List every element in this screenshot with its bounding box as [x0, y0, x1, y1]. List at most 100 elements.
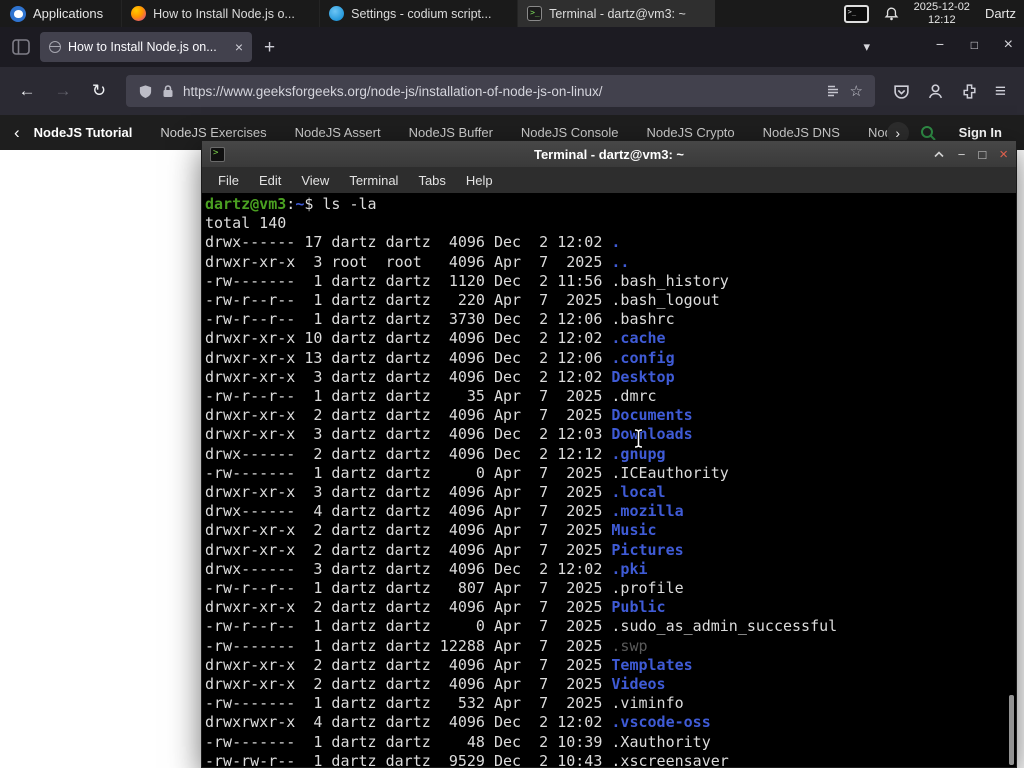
tab-close-icon[interactable]: ×: [235, 40, 243, 54]
terminal-output: dartz@vm3:~$ ls -la total 140 drwx------ 1…: [205, 195, 837, 767]
terminal-line: drwxr-xr-x 3 dartz dartz 4096 Apr 7 2025…: [205, 483, 837, 502]
search-icon[interactable]: [919, 124, 937, 142]
bookmark-star-icon[interactable]: ☆: [849, 82, 862, 100]
terminal-menu-edit[interactable]: Edit: [249, 173, 291, 188]
terminal-menu-view[interactable]: View: [291, 173, 339, 188]
terminal-line: drwxr-xr-x 2 dartz dartz 4096 Apr 7 2025…: [205, 406, 837, 425]
user-menu[interactable]: Dartz: [985, 6, 1016, 21]
prompt-symbol: $: [304, 195, 323, 213]
site-nav-item[interactable]: NodeJS Crypto: [646, 125, 734, 140]
file-name: .bash_history: [611, 271, 729, 290]
file-name: Music: [611, 521, 657, 540]
nav-scroll-left-icon[interactable]: ‹: [14, 123, 20, 143]
window-minimize-button[interactable]: −: [936, 36, 944, 52]
sign-in-button[interactable]: Sign In: [959, 125, 1002, 140]
terminal-line: total 140: [205, 214, 287, 233]
site-nav-item[interactable]: NodeJS Buffer: [409, 125, 493, 140]
terminal-line: drwxr-xr-x 13 dartz dartz 4096 Dec 2 12:…: [205, 349, 837, 368]
pocket-icon[interactable]: [893, 83, 910, 100]
terminal-line: -rw-r--r-- 1 dartz dartz 220 Apr 7 2025 …: [205, 291, 837, 310]
file-name: .vscode-oss: [611, 713, 711, 732]
file-name: .xscreensaver: [611, 751, 729, 767]
extensions-puzzle-icon[interactable]: [961, 83, 978, 100]
file-meta: drwxr-xr-x 2 dartz dartz 4096 Apr 7 2025: [205, 655, 612, 674]
terminal-line: drwx------ 17 dartz dartz 4096 Dec 2 12:…: [205, 233, 837, 252]
terminal-line: drwxr-xr-x 3 dartz dartz 4096 Dec 2 12:0…: [205, 425, 837, 444]
file-name: .profile: [611, 579, 684, 598]
taskbar-button[interactable]: Terminal - dartz@vm3: ~: [517, 0, 716, 27]
reader-mode-icon[interactable]: [826, 84, 840, 98]
terminal-scrollbar-thumb[interactable]: [1009, 695, 1014, 765]
terminal-menubar: File Edit View Terminal Tabs Help: [202, 167, 1016, 193]
notifications-bell-icon[interactable]: [884, 6, 899, 22]
firefox-view-icon[interactable]: [12, 39, 30, 55]
terminal-menu-tabs[interactable]: Tabs: [408, 173, 455, 188]
mouse-ibeam-cursor: [632, 428, 645, 454]
file-name: .swp: [611, 636, 648, 655]
terminal-titlebar[interactable]: Terminal - dartz@vm3: ~ − □ ×: [202, 141, 1016, 167]
file-meta: drwxr-xr-x 3 dartz dartz 4096 Apr 7 2025: [205, 483, 612, 502]
file-meta: drwxr-xr-x 2 dartz dartz 4096 Apr 7 2025: [205, 406, 612, 425]
site-nav-item[interactable]: NodeJS Assert: [295, 125, 381, 140]
terminal-line: drwx------ 2 dartz dartz 4096 Dec 2 12:1…: [205, 445, 837, 464]
tray-terminal-icon[interactable]: [843, 4, 869, 23]
terminal-menu-terminal[interactable]: Terminal: [339, 173, 408, 188]
toolbar-right-icons: ≡: [887, 82, 1012, 101]
list-all-tabs-icon[interactable]: ▾: [863, 39, 870, 55]
file-meta: drwx------ 2 dartz dartz 4096 Dec 2 12:1…: [205, 444, 612, 463]
terminal-menu-help[interactable]: Help: [456, 173, 503, 188]
file-meta: -rw-r--r-- 1 dartz dartz 0 Apr 7 2025: [205, 617, 612, 636]
reload-button[interactable]: ↻: [84, 81, 114, 101]
hamburger-menu-icon[interactable]: ≡: [995, 82, 1006, 101]
prompt-path: ~: [295, 195, 305, 213]
terminal-line: -rw------- 1 dartz dartz 532 Apr 7 2025 …: [205, 694, 837, 713]
file-meta: drwxr-xr-x 3 dartz dartz 4096 Dec 2 12:0…: [205, 425, 612, 444]
terminal-line: -rw-rw-r-- 1 dartz dartz 9529 Dec 2 10:4…: [205, 752, 837, 767]
file-meta: -rw-r--r-- 1 dartz dartz 3730 Dec 2 12:0…: [205, 310, 612, 329]
file-meta: drwxr-xr-x 3 root root 4096 Apr 7 2025: [205, 252, 612, 271]
url-bar[interactable]: https://www.geeksforgeeks.org/node-js/in…: [126, 75, 875, 107]
terminal-line: -rw-r--r-- 1 dartz dartz 3730 Dec 2 12:0…: [205, 310, 837, 329]
window-restore-button[interactable]: □: [971, 38, 978, 52]
terminal-line: -rw------- 1 dartz dartz 1120 Dec 2 11:5…: [205, 272, 837, 291]
firefox-icon: [131, 6, 147, 21]
taskbar-button[interactable]: How to Install Node.js o...: [121, 0, 319, 27]
site-nav-item[interactable]: Node: [868, 125, 887, 140]
file-meta: -rw-r--r-- 1 dartz dartz 220 Apr 7 2025: [205, 291, 612, 310]
terminal-scrollbar[interactable]: [1007, 193, 1015, 767]
taskbar-button[interactable]: Settings - codium script...: [319, 0, 517, 27]
lock-icon[interactable]: [162, 84, 174, 98]
site-nav-item[interactable]: NodeJS Console: [521, 125, 619, 140]
account-icon[interactable]: [927, 83, 944, 100]
back-button[interactable]: ←: [12, 81, 42, 101]
firefox-tabstrip: How to Install Node.js on... × + ▾ − □ ×: [0, 27, 1024, 67]
terminal-maximize-button[interactable]: □: [978, 148, 986, 161]
panel-right: 2025-12-02 12:12 Dartz: [843, 0, 1024, 27]
clock[interactable]: 2025-12-02 12:12: [914, 1, 970, 26]
terminal-prompt-line: dartz@vm3:~$ ls -la: [205, 195, 837, 214]
forward-button[interactable]: →: [48, 81, 78, 101]
terminal-menu-file[interactable]: File: [208, 173, 249, 188]
terminal-line: drwxrwxr-x 4 dartz dartz 4096 Dec 2 12:0…: [205, 713, 837, 732]
terminal-shade-button[interactable]: [933, 150, 945, 158]
site-nav-item[interactable]: NodeJS Exercises: [160, 125, 266, 140]
applications-menu-button[interactable]: Applications: [0, 0, 113, 27]
site-nav-item[interactable]: NodeJS DNS: [763, 125, 840, 140]
terminal-close-button[interactable]: ×: [999, 147, 1008, 162]
browser-tab[interactable]: How to Install Node.js on... ×: [40, 32, 252, 62]
terminal-screen[interactable]: dartz@vm3:~$ ls -la total 140 drwx------ 1…: [202, 193, 1016, 767]
terminal-window: Terminal - dartz@vm3: ~ − □ × FileEditVi…: [201, 140, 1017, 768]
tracking-shield-icon[interactable]: [138, 84, 153, 99]
file-name: .: [611, 233, 621, 252]
file-meta: drwxr-xr-x 2 dartz dartz 4096 Apr 7 2025: [205, 540, 612, 559]
terminal-line: drwxr-xr-x 2 dartz dartz 4096 Apr 7 2025…: [205, 598, 837, 617]
prompt-command: ls -la: [322, 195, 377, 213]
window-close-button[interactable]: ×: [1004, 36, 1013, 54]
terminal-app-icon: [210, 146, 225, 162]
file-name: .viminfo: [611, 694, 684, 713]
file-name: .local: [611, 483, 666, 502]
site-nav-item[interactable]: NodeJS Tutorial: [34, 125, 133, 140]
terminal-minimize-button[interactable]: −: [958, 148, 966, 161]
new-tab-button[interactable]: +: [264, 38, 275, 57]
terminal-line: -rw------- 1 dartz dartz 12288 Apr 7 202…: [205, 637, 837, 656]
